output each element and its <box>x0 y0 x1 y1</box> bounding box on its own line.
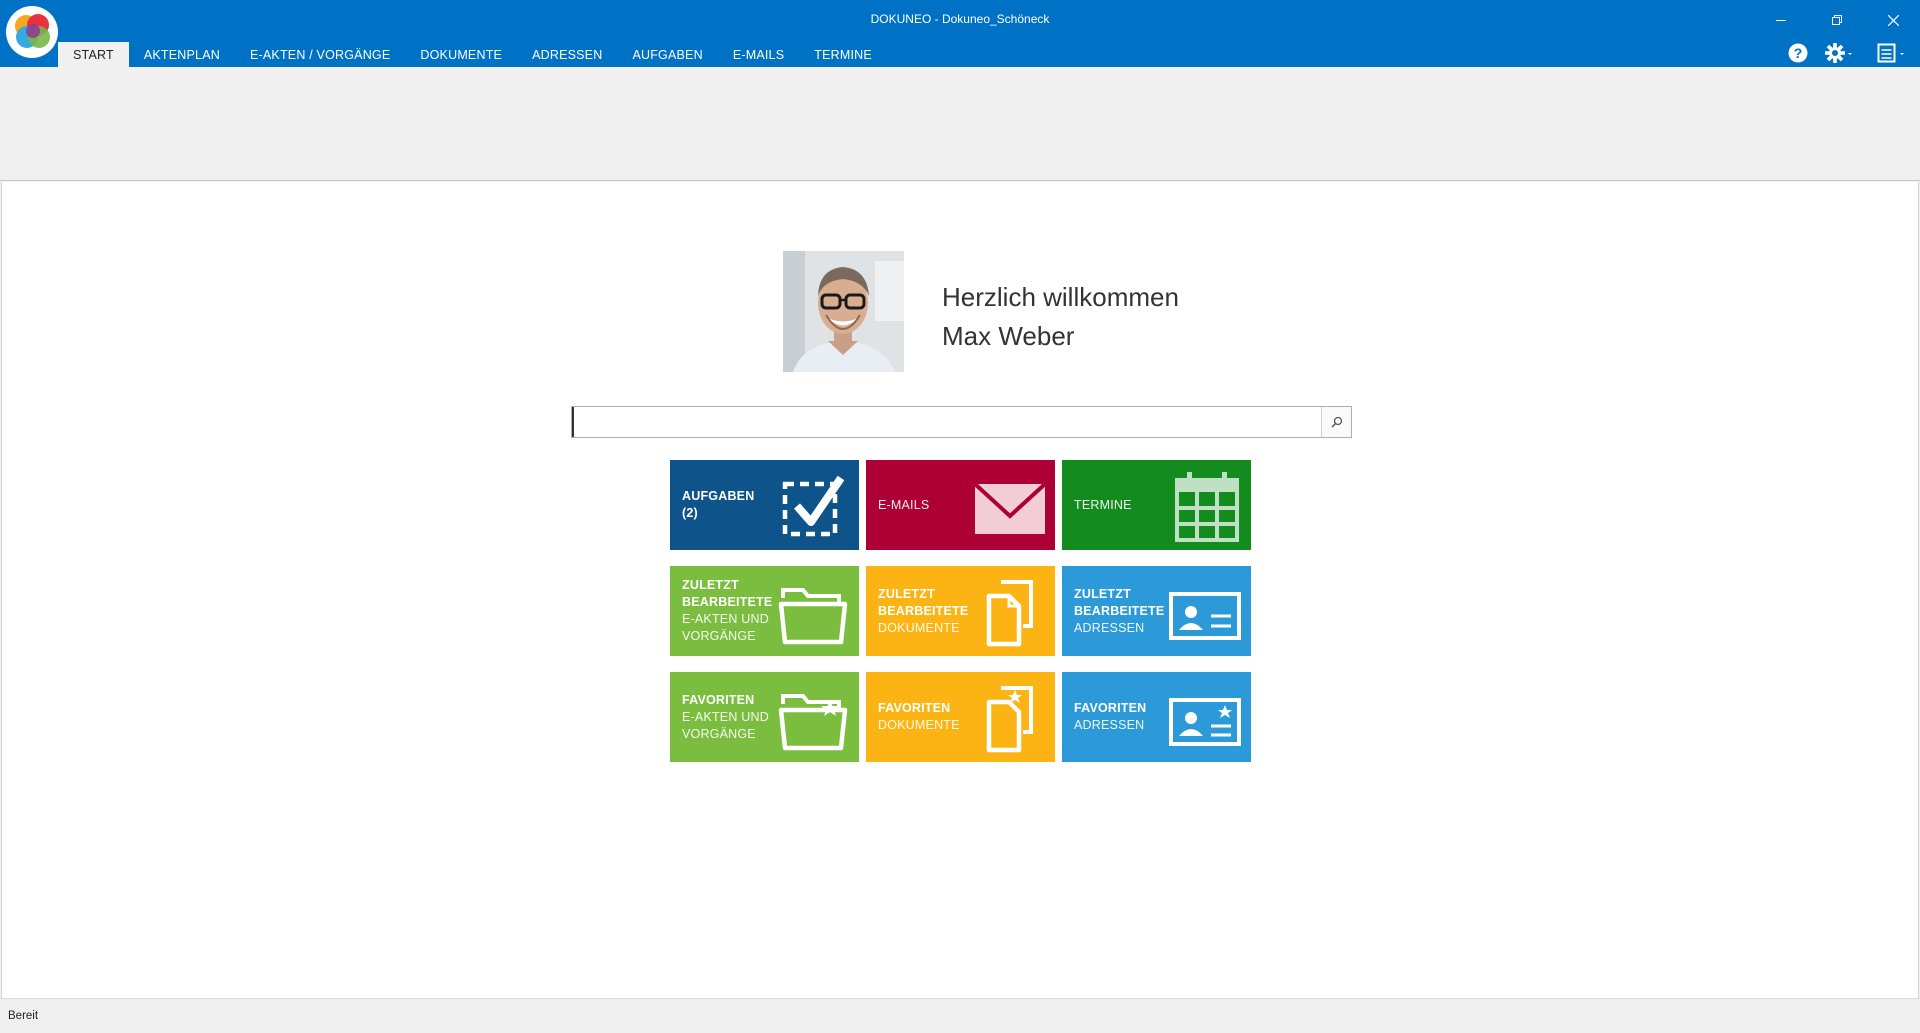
tile-e-mails[interactable]: E-MAILS <box>866 460 1055 550</box>
search-icon <box>1330 416 1342 428</box>
tile-sublabel: VORGÄNGE <box>682 726 756 741</box>
tile-sublabel: DOKUMENTE <box>878 718 960 732</box>
tile-favorite-dokumente[interactable]: FAVORITEN DOKUMENTE <box>866 672 1055 762</box>
tab-aktenplan[interactable]: AKTENPLAN <box>129 42 235 67</box>
tab-e-mails[interactable]: E-MAILS <box>718 42 799 67</box>
tile-label: ZULETZT <box>682 578 739 592</box>
ribbon-tabs: START AKTENPLAN E-AKTEN / VORGÄNGE DOKUM… <box>58 42 887 67</box>
tile-recent-dokumente[interactable]: ZULETZT BEARBEITETE DOKUMENTE <box>866 566 1055 656</box>
welcome-text: Herzlich willkommen Max Weber <box>942 278 1179 356</box>
tile-sublabel: VORGÄNGE <box>682 629 756 643</box>
tile-termine[interactable]: TERMINE <box>1062 460 1251 550</box>
tile-label: FAVORITEN <box>682 692 755 707</box>
settings-icon <box>1825 43 1852 63</box>
layout-button[interactable] <box>1876 42 1908 64</box>
tile-recent-adressen[interactable]: ZULETZT BEARBEITETE ADRESSEN <box>1062 566 1251 656</box>
search-button[interactable] <box>1321 407 1351 437</box>
contact-card-icon <box>1169 592 1241 640</box>
contact-card-star-icon <box>1169 698 1241 746</box>
settings-button[interactable] <box>1825 42 1855 64</box>
tile-label: ZULETZT <box>878 586 935 601</box>
search-box <box>571 406 1352 438</box>
tile-count: (2) <box>682 506 698 520</box>
tile-label: BEARBEITETE <box>682 595 773 609</box>
close-button[interactable] <box>1870 6 1916 34</box>
tile-label: FAVORITEN <box>878 701 951 715</box>
tile-label: TERMINE <box>1074 497 1132 512</box>
svg-text:?: ? <box>1794 45 1803 61</box>
restore-button[interactable] <box>1814 6 1860 34</box>
status-bar: Bereit <box>0 998 1920 1033</box>
tile-label: ZULETZT <box>1074 586 1131 601</box>
folder-icon <box>778 588 848 645</box>
envelope-icon <box>973 482 1047 534</box>
minimize-button[interactable] <box>1758 6 1804 34</box>
tile-sublabel: E-AKTEN UND <box>682 709 769 724</box>
ribbon-panel <box>0 67 1920 181</box>
tile-sublabel: E-AKTEN UND <box>682 612 769 626</box>
tile-label: E-MAILS <box>878 497 930 512</box>
tile-recent-e-akten[interactable]: ZULETZT BEARBEITETE E-AKTEN UND VORGÄNGE <box>670 566 859 656</box>
welcome-user-name: Max Weber <box>942 321 1075 351</box>
tile-aufgaben[interactable]: AUFGABEN (2) <box>670 460 859 550</box>
help-button[interactable]: ? <box>1788 42 1808 64</box>
tile-label: FAVORITEN <box>1074 701 1147 715</box>
title-bar: DOKUNEO - Dokuneo_Schöneck START AKTENPL… <box>0 0 1920 67</box>
welcome-greeting: Herzlich willkommen <box>942 282 1179 312</box>
avatar <box>783 251 904 372</box>
start-page: Herzlich willkommen Max Weber AUFGABEN (… <box>1 182 1919 998</box>
close-icon <box>1887 14 1899 26</box>
tile-favorite-adressen[interactable]: FAVORITEN ADRESSEN <box>1062 672 1251 762</box>
search-input[interactable] <box>572 407 1322 437</box>
documents-icon <box>986 580 1033 647</box>
tile-label: BEARBEITETE <box>1074 603 1165 618</box>
folder-star-icon <box>778 694 848 751</box>
tile-sublabel: ADRESSEN <box>1074 620 1145 635</box>
tile-sublabel: ADRESSEN <box>1074 718 1145 732</box>
restore-icon <box>1832 15 1842 25</box>
tile-sublabel: DOKUMENTE <box>878 620 960 635</box>
calendar-icon <box>1175 472 1239 542</box>
checklist-icon <box>782 475 845 537</box>
status-text: Bereit <box>8 1010 39 1022</box>
tab-adressen[interactable]: ADRESSEN <box>517 42 617 67</box>
documents-star-icon <box>986 686 1033 753</box>
minimize-icon <box>1776 20 1786 21</box>
tile-label: AUFGABEN <box>682 489 755 503</box>
tab-dokumente[interactable]: DOKUMENTE <box>405 42 517 67</box>
tile-favorite-e-akten[interactable]: FAVORITEN E-AKTEN UND VORGÄNGE <box>670 672 859 762</box>
tab-termine[interactable]: TERMINE <box>799 42 887 67</box>
tile-label: BEARBEITETE <box>878 603 969 618</box>
window-title: DOKUNEO - Dokuneo_Schöneck <box>870 12 1050 26</box>
tab-e-akten-vorgaenge[interactable]: E-AKTEN / VORGÄNGE <box>235 42 405 67</box>
layout-icon <box>1877 43 1904 63</box>
help-icon: ? <box>1788 43 1808 63</box>
tab-start[interactable]: START <box>58 42 129 67</box>
tab-aufgaben[interactable]: AUFGABEN <box>617 42 717 67</box>
